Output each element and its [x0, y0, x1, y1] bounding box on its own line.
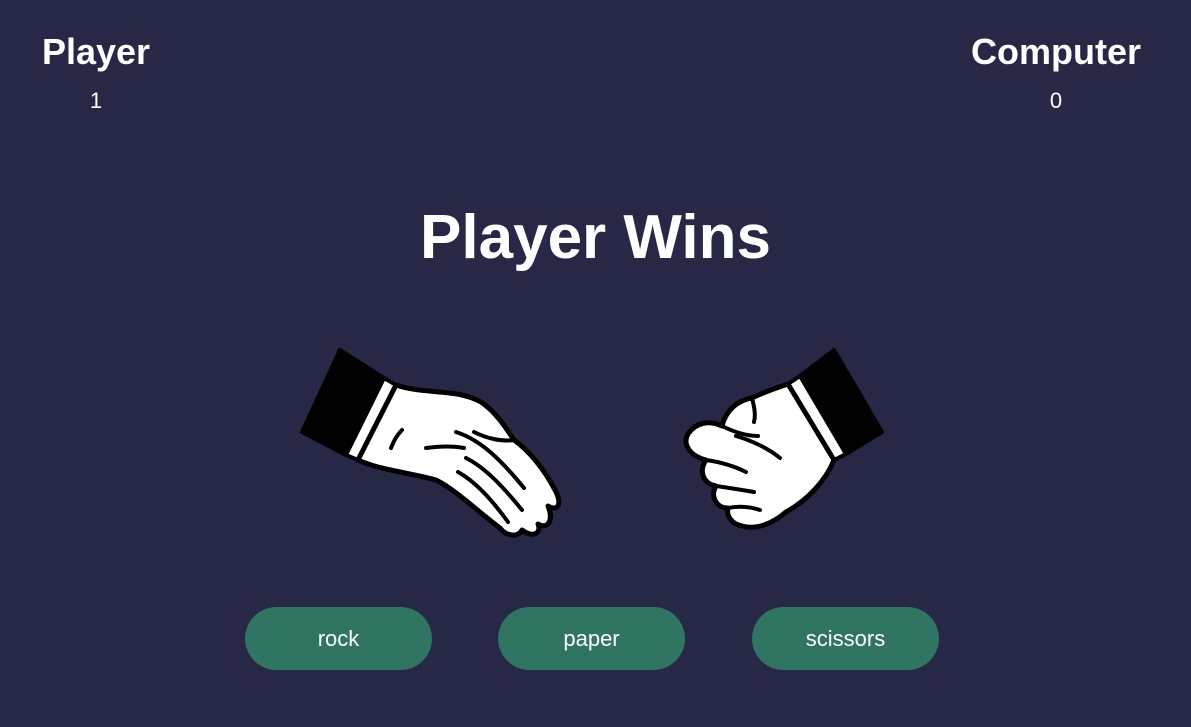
computer-score-block: Computer 0: [966, 30, 1146, 114]
computer-score: 0: [1049, 88, 1063, 113]
rock-fist-icon: [676, 340, 891, 545]
player-score: 1: [89, 88, 103, 113]
computer-label: Computer: [971, 31, 1141, 72]
choice-buttons: rock paper scissors: [0, 607, 1191, 670]
rock-button[interactable]: rock: [245, 607, 432, 670]
scissors-button[interactable]: scissors: [752, 607, 939, 670]
player-score-block: Player 1: [40, 30, 152, 114]
paper-button[interactable]: paper: [498, 607, 685, 670]
paper-hand-icon: [296, 340, 566, 550]
game-stage: Player 1 Computer 0 Player Wins rock pap…: [0, 0, 1191, 727]
player-label: Player: [41, 31, 151, 72]
result-message: Player Wins: [420, 203, 771, 272]
